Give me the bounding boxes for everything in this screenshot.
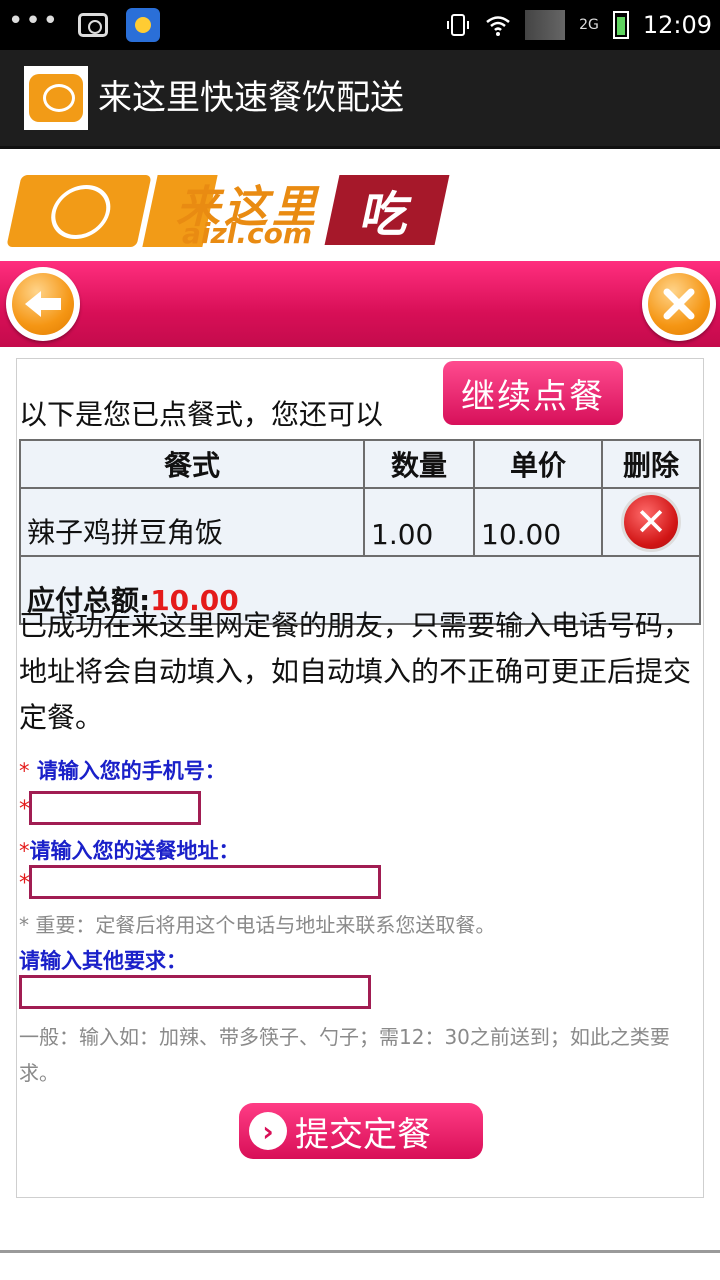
order-table: 餐式 数量 单价 删除 辣子鸡拼豆角饭 1.00 10.00 ✕ 应付总额:10… (19, 439, 701, 625)
dish-name: 辣子鸡拼豆角饭 (19, 487, 365, 557)
dish-price: 10.00 (473, 487, 603, 557)
chevron-right-icon: › (249, 1112, 287, 1150)
address-label-text: 请输入您的送餐地址： (29, 839, 240, 863)
app-logo-icon (24, 66, 88, 130)
chef-logo-icon (6, 175, 152, 247)
nav-bar (0, 261, 720, 347)
address-field (29, 865, 381, 899)
address-input[interactable] (32, 868, 378, 896)
site-logo: 来这里 aizl.com 吃 (0, 149, 720, 261)
col-delete: 删除 (601, 439, 701, 489)
address-label: *请输入您的送餐地址： (19, 835, 240, 865)
network-type: 2G (579, 17, 599, 33)
phone-label: * 请输入您的手机号： (19, 755, 226, 785)
logo-eat-text: 吃 (324, 175, 450, 245)
phone-label-text: 请输入您的手机号： (36, 759, 226, 783)
order-intro: 以下是您已点餐式，您还可以 (19, 398, 384, 431)
table-header-row: 餐式 数量 单价 删除 (19, 439, 701, 489)
arrow-left-icon (12, 273, 74, 335)
app-title: 来这里快速餐饮配送 (98, 78, 404, 118)
submit-label: 提交定餐 (295, 1114, 431, 1155)
bottom-divider (0, 1250, 720, 1253)
weather-icon (126, 8, 161, 42)
required-star: * (19, 839, 30, 863)
other-hint: 一般：输入如：加辣、带多筷子、勺子；需12：30之前送到；如此之类要求。 (19, 1025, 670, 1085)
camera-icon (78, 13, 109, 37)
signal-icon (525, 10, 566, 40)
important-note: * 重要：定餐后将用这个电话与地址来联系您送取餐。 (19, 913, 496, 937)
col-dish: 餐式 (19, 439, 365, 489)
close-button[interactable] (642, 267, 716, 341)
delete-cell: ✕ (601, 487, 701, 557)
phone-input[interactable] (32, 794, 198, 822)
continue-ordering-button[interactable]: 继续点餐 (443, 361, 623, 425)
submit-order-button[interactable]: › 提交定餐 (239, 1103, 483, 1159)
order-panel: 以下是您已点餐式，您还可以 继续点餐 餐式 数量 单价 删除 辣子鸡拼豆角饭 1… (16, 358, 704, 1198)
more-notifications-icon: ••• (8, 6, 61, 36)
close-icon (648, 273, 710, 335)
col-qty: 数量 (363, 439, 475, 489)
phone-vibrate-icon (447, 14, 470, 36)
other-label: 请输入其他要求： (19, 949, 187, 973)
app-bar: 来这里快速餐饮配送 (0, 50, 720, 149)
col-price: 单价 (473, 439, 603, 489)
wifi-icon (486, 16, 510, 36)
back-button[interactable] (6, 267, 80, 341)
logo-en-text: aizl.com (182, 217, 313, 250)
info-text: 已成功在来这里网定餐的朋友，只需要输入电话号码，地址将会自动填入，如自动填入的不… (19, 609, 692, 734)
phone-field (29, 791, 201, 825)
clock: 12:09 (642, 11, 712, 39)
delete-item-icon[interactable]: ✕ (621, 492, 681, 552)
required-star: * (19, 759, 30, 783)
status-bar: ••• 2G 12:09 (0, 0, 720, 50)
other-field (19, 975, 371, 1009)
dish-qty: 1.00 (363, 487, 475, 557)
other-requirements-input[interactable] (22, 978, 368, 1006)
battery-icon (612, 11, 629, 39)
table-row: 辣子鸡拼豆角饭 1.00 10.00 ✕ (19, 487, 701, 557)
